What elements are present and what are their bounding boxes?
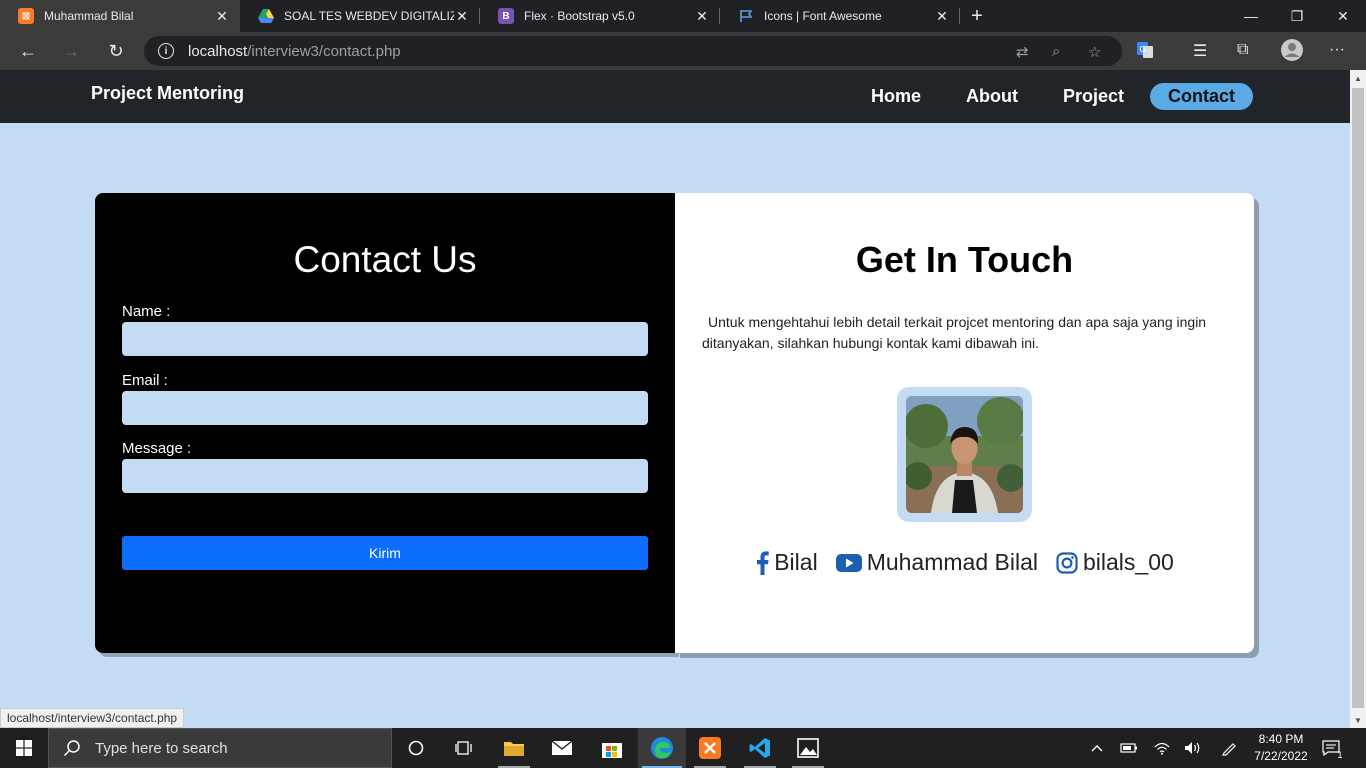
nav-contact[interactable]: Contact [1150,83,1253,110]
page-viewport: Project Mentoring Home About Project Con… [0,70,1350,728]
profile-photo-frame [897,387,1032,522]
system-clock[interactable]: 8:40 PM 7/22/2022 [1243,731,1319,765]
get-in-touch-description: Untuk mengehtahui lebih detail terkait p… [702,314,1207,351]
taskbar-search-placeholder: Type here to search [95,739,228,757]
font-awesome-flag-icon [738,8,754,24]
tab-font-awesome[interactable]: Icons | Font Awesome ✕ [720,0,960,32]
close-window-icon[interactable]: ✕ [1320,0,1366,32]
volume-icon[interactable] [1182,728,1204,768]
back-icon[interactable]: ← [14,38,42,64]
vscode-icon[interactable] [736,728,784,768]
clock-date: 7/22/2022 [1254,749,1308,763]
instagram-link[interactable]: bilals_00 [1056,549,1174,576]
close-icon[interactable]: ✕ [934,8,950,25]
get-in-touch-card: Get In Touch Untuk mengehtahui lebih det… [675,193,1254,653]
photos-icon[interactable] [784,728,832,768]
nav-project[interactable]: Project [1063,86,1124,107]
url-text: localhost/interview3/contact.php [188,43,401,60]
nav-home[interactable]: Home [871,86,921,107]
browser-tab-strip: ⊠ Muhammad Bilal ✕ SOAL TES WEBDEV DIGIT… [0,0,1366,32]
new-tab-icon[interactable]: + [960,0,994,32]
xampp-taskbar-icon[interactable] [686,728,734,768]
network-icon[interactable] [1151,728,1173,768]
nav-links: Home About Project Contact [826,83,1253,110]
scroll-down-icon[interactable]: ▼ [1350,712,1366,728]
facebook-icon [757,550,769,575]
site-brand[interactable]: Project Mentoring [91,83,244,104]
name-field[interactable] [122,322,648,356]
tab-title: Icons | Font Awesome [764,9,882,23]
windows-taskbar: Type here to search 8:40 PM 7/22/2022 1 [0,728,1366,768]
battery-icon[interactable] [1118,728,1140,768]
page-scrollbar[interactable]: ▲ ▼ [1350,70,1366,728]
clock-time: 8:40 PM [1258,732,1304,746]
forward-icon[interactable]: → [57,38,85,64]
bootstrap-icon: B [498,8,514,24]
refresh-icon[interactable]: ↻ [102,38,130,64]
tab-muhammad-bilal[interactable]: ⊠ Muhammad Bilal ✕ [0,0,240,32]
tab-title: Muhammad Bilal [44,9,134,23]
google-drive-icon [258,8,274,24]
tab-title: SOAL TES WEBDEV DIGITALIZ BA [284,9,454,23]
collections-icon[interactable]: ⧉ [1237,41,1248,59]
instagram-label: bilals_00 [1082,549,1174,575]
notification-count: 1 [1337,750,1343,760]
close-icon[interactable]: ✕ [694,8,710,25]
facebook-label: Bilal [774,549,818,575]
contact-form-card: Contact Us Name : Email : Message : Kiri… [95,193,675,653]
scroll-up-icon[interactable]: ▲ [1350,70,1366,86]
profile-photo [906,396,1023,513]
submit-button[interactable]: Kirim [122,536,648,570]
favorites-icon[interactable]: ☰ [1193,41,1207,61]
window-controls: — ❐ ✕ [1228,0,1366,32]
instagram-icon [1056,551,1078,574]
zoom-icon[interactable]: ⌕ [1052,43,1060,60]
google-translate-extension-icon[interactable]: G [1136,41,1154,64]
browser-toolbar: ← → ↻ i localhost/interview3/contact.php… [0,32,1366,70]
file-explorer-icon[interactable] [490,728,538,768]
nav-about[interactable]: About [966,86,1018,107]
show-hidden-icons-icon[interactable] [1086,728,1108,768]
notifications-icon[interactable]: 1 [1322,728,1346,768]
message-field[interactable] [122,459,648,493]
contact-title: Contact Us [293,239,477,280]
more-menu-icon[interactable]: ··· [1329,41,1345,59]
tab-bootstrap-flex[interactable]: B Flex · Bootstrap v5.0 ✕ [480,0,720,32]
restore-icon[interactable]: ❐ [1274,0,1320,32]
windows-start-icon[interactable] [0,728,48,768]
message-label: Message : [122,440,192,457]
mail-icon[interactable] [538,728,586,768]
status-bar-url: localhost/interview3/contact.php [0,708,185,728]
taskbar-search-box[interactable]: Type here to search [48,728,392,768]
site-navbar: Project Mentoring Home About Project Con… [0,70,1350,123]
tab-title: Flex · Bootstrap v5.0 [524,9,635,23]
xampp-icon: ⊠ [18,8,34,24]
edge-browser-icon[interactable] [638,728,686,768]
youtube-icon [835,553,862,572]
task-view-icon[interactable] [440,728,488,768]
get-in-touch-title: Get In Touch [855,239,1074,280]
minimize-icon[interactable]: — [1228,0,1274,32]
profile-avatar-icon[interactable] [1281,39,1303,66]
facebook-link[interactable]: Bilal [755,549,818,576]
tab-soal-tes[interactable]: SOAL TES WEBDEV DIGITALIZ BA ✕ [240,0,480,32]
cortana-icon[interactable] [392,728,440,768]
favorite-star-icon[interactable]: ☆ [1088,43,1101,61]
close-icon[interactable]: ✕ [454,8,470,25]
address-bar[interactable]: i localhost/interview3/contact.php ⇄ ⌕ ☆ [144,36,1122,66]
email-field[interactable] [122,391,648,425]
social-links: Bilal Muhammad Bilal bilals_00 [675,549,1254,576]
youtube-label: Muhammad Bilal [866,549,1038,575]
name-label: Name : [122,303,171,320]
pen-workspace-icon[interactable] [1218,728,1240,768]
translate-icon[interactable]: ⇄ [1016,43,1029,61]
close-icon[interactable]: ✕ [214,8,230,25]
microsoft-store-icon[interactable] [588,728,636,768]
site-info-icon[interactable]: i [158,43,174,59]
search-icon [63,740,80,757]
email-label: Email : [122,372,168,389]
svg-text:G: G [1140,45,1146,54]
youtube-link[interactable]: Muhammad Bilal [835,549,1038,576]
scrollbar-thumb[interactable] [1352,88,1364,708]
